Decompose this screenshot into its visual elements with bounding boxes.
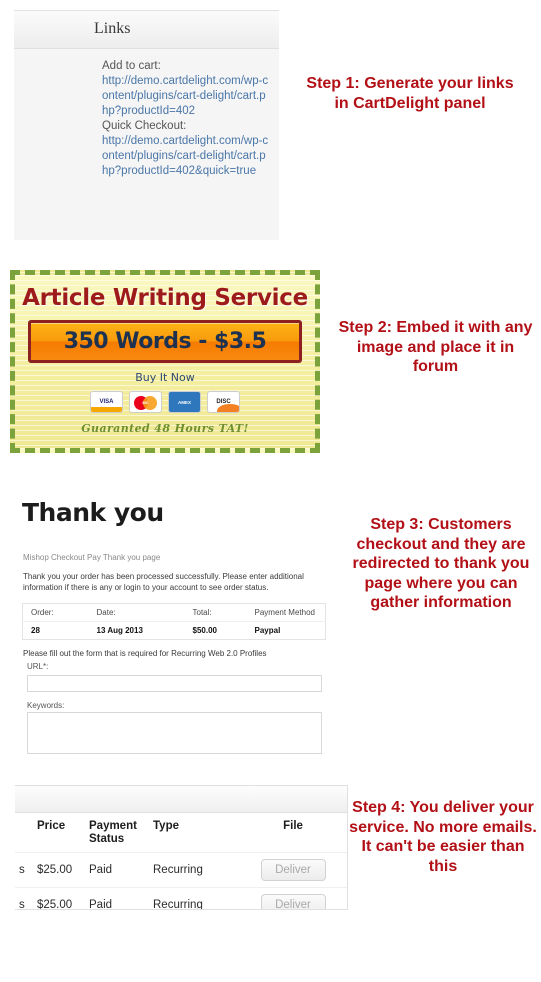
quick-checkout-link[interactable]: http://demo.cartdelight.com/wp-content/p… xyxy=(102,134,269,179)
file-cell: Deliver xyxy=(238,887,347,909)
order-value: 28 xyxy=(22,621,89,640)
banner-cta-button[interactable]: 350 Words - $3.5 xyxy=(28,320,302,363)
type-cell: Recurring xyxy=(153,852,238,888)
deliver-table: Price Payment Status Type File s $25.00 … xyxy=(15,813,347,909)
table-row: 28 13 Aug 2013 $50.00 Paypal xyxy=(22,621,326,640)
banner-title: Article Writing Service xyxy=(22,285,308,311)
price-cell: $25.00 xyxy=(37,887,89,909)
payment-card-icons: VISA MC AMEX DISC xyxy=(15,391,315,413)
payment-status-cell: Paid xyxy=(89,887,153,909)
keywords-textarea[interactable] xyxy=(27,711,322,754)
panel-toolbar xyxy=(15,786,347,813)
thank-you-page: Thank you Mishop Checkout Pay Thank you … xyxy=(0,488,350,754)
step-1-label: Step 1: Generate your links in CartDelig… xyxy=(306,75,514,112)
thank-you-subtitle: Mishop Checkout Pay Thank you page xyxy=(23,553,161,562)
add-to-cart-label: Add to cart: xyxy=(102,60,161,72)
table-row: s $25.00 Paid Recurring Deliver xyxy=(15,852,347,888)
banner-guarantee-text: Guaranted 48 Hours TAT! xyxy=(81,422,249,435)
step-4-label: Step 4: You deliver your service. No mor… xyxy=(349,799,537,875)
table-row: s $25.00 Paid Recurring Deliver xyxy=(15,887,347,909)
links-panel-body: Add to cart: http://demo.cartdelight.com… xyxy=(14,49,279,179)
payment-status-col-header: Payment Status xyxy=(89,820,137,845)
order-col-header: Order: xyxy=(31,608,54,617)
mastercard-label: MC xyxy=(142,399,149,405)
thank-you-body: Thank you your order has been processed … xyxy=(23,572,304,592)
links-panel: Links Add to cart: http://demo.cartdelig… xyxy=(14,10,279,240)
url-input[interactable] xyxy=(27,674,322,692)
links-panel-header: Links xyxy=(14,11,279,49)
buy-it-now-link[interactable]: Buy It Now xyxy=(15,371,315,384)
price-cell: $25.00 xyxy=(37,852,89,888)
file-cell: Deliver xyxy=(238,852,347,888)
truncated-cell: s xyxy=(15,887,37,909)
form-lead-text: Please fill out the form that is require… xyxy=(23,649,267,658)
add-to-cart-link[interactable]: http://demo.cartdelight.com/wp-content/p… xyxy=(102,74,269,119)
table-header-row: Order: Date: Total: Payment Method xyxy=(23,604,326,622)
date-value: 13 Aug 2013 xyxy=(88,621,185,640)
total-col-header: Total: xyxy=(192,608,212,617)
url-field-label: URL*: xyxy=(27,662,49,671)
discover-card-icon: DISC xyxy=(207,391,240,413)
order-summary-table: Order: Date: Total: Payment Method 28 13… xyxy=(22,603,326,640)
total-value: $50.00 xyxy=(184,621,247,640)
type-col-header: Type xyxy=(153,820,179,832)
payment-method-col-header: Payment Method xyxy=(254,608,315,617)
quick-checkout-label: Quick Checkout: xyxy=(102,120,187,132)
amex-card-icon: AMEX xyxy=(168,391,201,413)
price-col-header: Price xyxy=(37,820,66,832)
links-panel-title: Links xyxy=(94,20,131,37)
date-col-header: Date: xyxy=(96,608,116,617)
banner-cta-label: 350 Words - $3.5 xyxy=(63,329,267,354)
table-header-row: Price Payment Status Type File xyxy=(15,813,347,853)
ad-banner[interactable]: Article Writing Service 350 Words - $3.5… xyxy=(10,270,320,453)
truncated-cell: s xyxy=(15,852,37,888)
step-2-label: Step 2: Embed it with any image and plac… xyxy=(338,319,533,376)
tutorial-infographic: Links Add to cart: http://demo.cartdelig… xyxy=(0,0,541,982)
deliver-button[interactable]: Deliver xyxy=(260,894,326,909)
mastercard-card-icon: MC xyxy=(129,391,162,413)
file-col-header: File xyxy=(283,820,303,832)
orders-deliver-panel: Price Payment Status Type File s $25.00 … xyxy=(15,785,348,910)
step-3-label: Step 3: Customers checkout and they are … xyxy=(352,516,530,612)
thank-you-heading: Thank you xyxy=(22,498,164,527)
payment-status-cell: Paid xyxy=(89,852,153,888)
keywords-field-label: Keywords: xyxy=(27,700,65,710)
visa-card-icon: VISA xyxy=(90,391,123,413)
truncated-col-header xyxy=(15,813,37,853)
type-cell: Recurring xyxy=(153,887,238,909)
deliver-button[interactable]: Deliver xyxy=(260,859,326,881)
payment-method-value: Paypal xyxy=(246,621,326,640)
